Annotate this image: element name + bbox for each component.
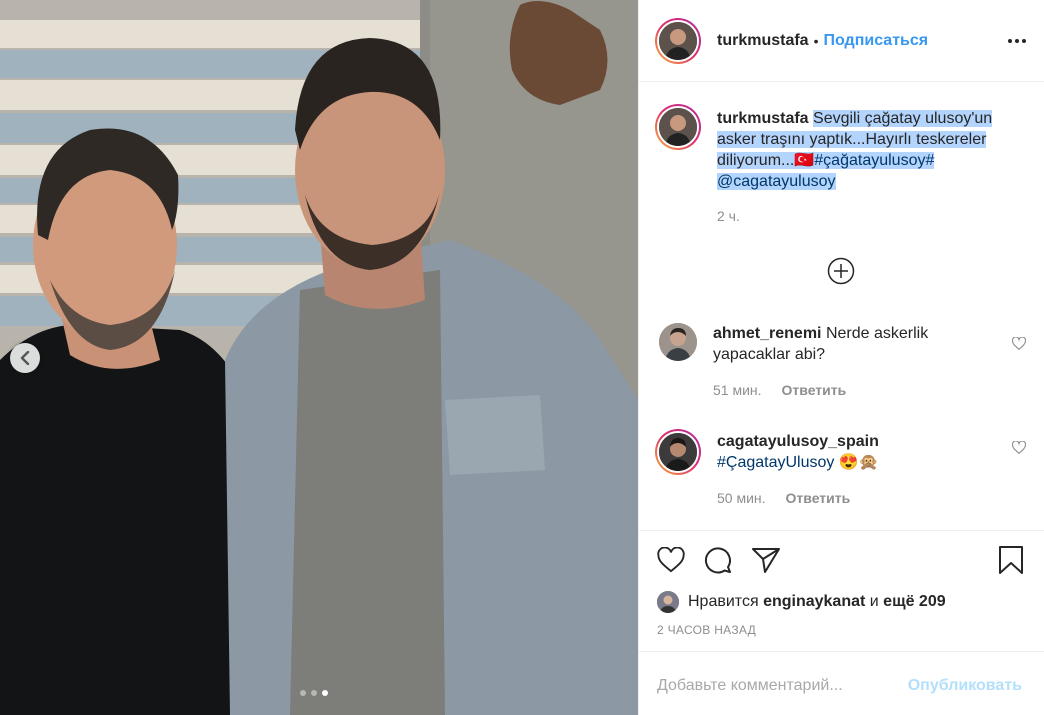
- post-header: turkmustafa • Подписаться: [639, 0, 1044, 82]
- caption-time: 2 ч.: [717, 208, 740, 224]
- comment-emoji: 😍🙊: [838, 454, 879, 471]
- avatar-image: [659, 323, 697, 361]
- caption-body: turkmustafa Sevgili çağatay ulusoy'un as…: [717, 108, 1017, 227]
- comment-avatar[interactable]: [655, 429, 701, 475]
- caption-meta: 2 ч.: [717, 206, 1017, 227]
- carousel-prev-button[interactable]: [10, 343, 40, 373]
- comment-meta: 50 мин. Ответить: [717, 488, 987, 509]
- chevron-left-icon: [20, 351, 30, 365]
- avatar-image: [659, 108, 697, 146]
- carousel-dot: [311, 690, 317, 696]
- avatar-image: [659, 21, 697, 60]
- post-photo[interactable]: [0, 0, 638, 715]
- comment-body: cagatayulusoy_spain #ÇagatayUlusoy 😍🙊 50…: [717, 431, 987, 509]
- liker-avatar[interactable]: [657, 591, 679, 613]
- reply-button[interactable]: Ответить: [786, 488, 851, 509]
- carousel-dot-active: [322, 690, 328, 696]
- like-comment-icon[interactable]: [1011, 336, 1027, 354]
- more-options-icon[interactable]: [1008, 38, 1026, 43]
- add-comment-bar: Опубликовать: [639, 651, 1044, 715]
- save-bookmark-icon[interactable]: [998, 545, 1024, 575]
- instagram-post: turkmustafa • Подписаться turkmustafa Se…: [0, 0, 1044, 715]
- caption: turkmustafa Sevgili çağatay ulusoy'un as…: [655, 104, 1026, 227]
- load-more-comments: [655, 257, 1026, 289]
- caption-hashtag[interactable]: #çağatayulusoy#: [814, 152, 935, 169]
- caption-username[interactable]: turkmustafa: [717, 110, 809, 127]
- comment-hashtag[interactable]: #ÇagatayUlusoy: [717, 454, 834, 471]
- comment-username[interactable]: cagatayulusoy_spain: [717, 433, 879, 450]
- author-username[interactable]: turkmustafa: [717, 32, 809, 50]
- flag-emoji: 🇹🇷: [794, 152, 815, 169]
- follow-button[interactable]: Подписаться: [823, 32, 928, 50]
- separator-dot: •: [813, 32, 819, 49]
- plus-circle-icon[interactable]: [827, 257, 855, 289]
- comment-avatar[interactable]: [659, 323, 697, 361]
- caption-mention[interactable]: @cagatayulusoy: [717, 173, 836, 190]
- post-details-panel: turkmustafa • Подписаться turkmustafa Se…: [638, 0, 1044, 715]
- carousel-dots: [300, 690, 328, 696]
- comment-item: ahmet_renemi Nerde askerlik yapacaklar a…: [655, 323, 1027, 401]
- likes-count[interactable]: ещё 209: [883, 593, 945, 611]
- comments-list: turkmustafa Sevgili çağatay ulusoy'un as…: [639, 82, 1044, 530]
- like-comment-icon[interactable]: [1011, 440, 1027, 458]
- post-actions: Нравится enginaykanat и ещё 209 2 ЧАСОВ …: [639, 530, 1044, 715]
- avatar-image: [659, 433, 697, 471]
- comment-item: cagatayulusoy_spain #ÇagatayUlusoy 😍🙊 50…: [655, 429, 1027, 509]
- comment-input[interactable]: [657, 676, 908, 695]
- comment-body: ahmet_renemi Nerde askerlik yapacaklar a…: [713, 323, 983, 401]
- comment-meta: 51 мин. Ответить: [713, 380, 983, 401]
- caption-avatar[interactable]: [655, 104, 701, 150]
- post-timestamp: 2 ЧАСОВ НАЗАД: [657, 623, 757, 637]
- reply-button[interactable]: Ответить: [782, 380, 847, 401]
- comment-bubble-icon[interactable]: [703, 545, 733, 575]
- likes-summary: Нравится enginaykanat и ещё 209: [657, 591, 1028, 613]
- share-send-icon[interactable]: [751, 546, 781, 574]
- comment-username[interactable]: ahmet_renemi: [713, 325, 822, 342]
- author-avatar[interactable]: [655, 17, 701, 64]
- publish-button[interactable]: Опубликовать: [908, 677, 1022, 695]
- action-icons: [657, 543, 1028, 577]
- carousel-dot: [300, 690, 306, 696]
- likes-conjunction: и: [869, 593, 879, 610]
- liker-username[interactable]: enginaykanat: [763, 593, 865, 611]
- comment-time: 50 мин.: [717, 490, 766, 506]
- likes-prefix: Нравится: [688, 593, 759, 610]
- like-heart-icon[interactable]: [657, 547, 685, 573]
- comment-time: 51 мин.: [713, 382, 762, 398]
- photo-image: [0, 0, 638, 715]
